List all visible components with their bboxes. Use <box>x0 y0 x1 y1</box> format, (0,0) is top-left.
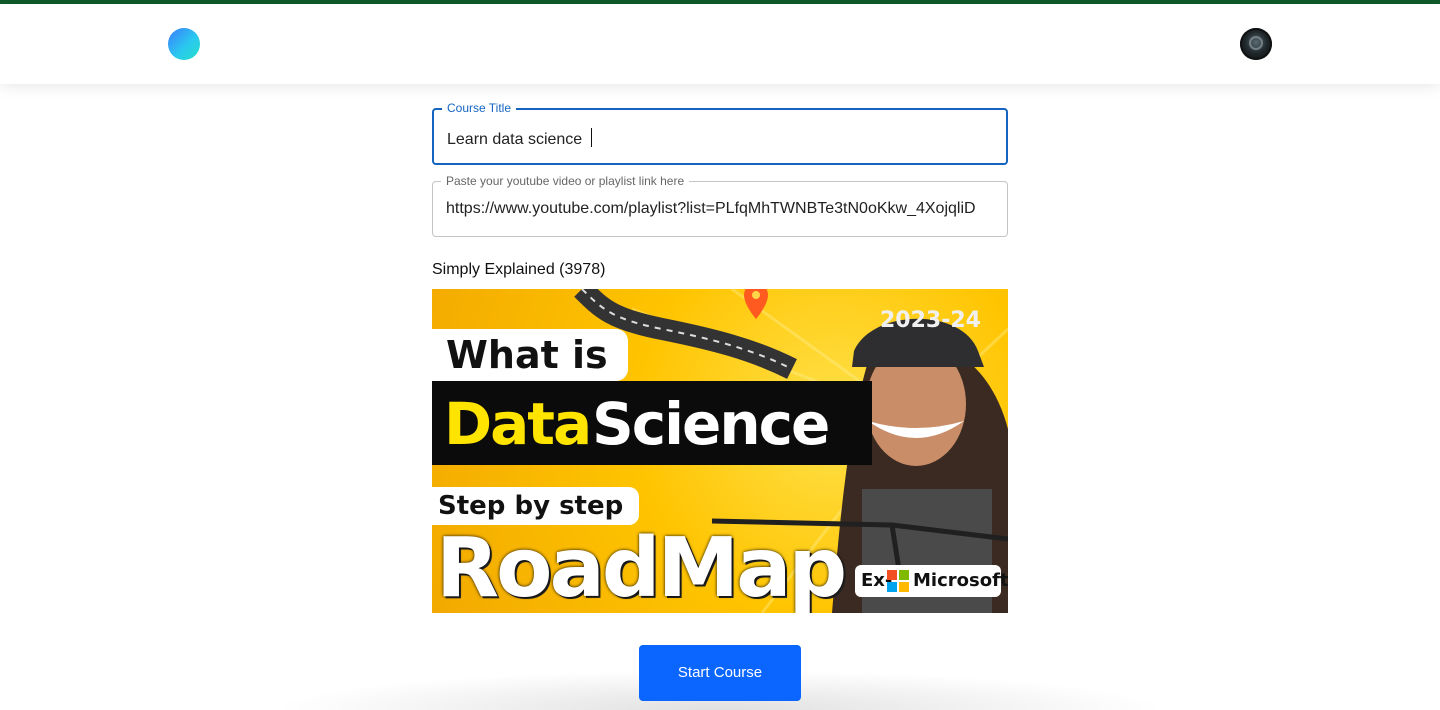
text-caret <box>590 128 592 147</box>
playlist-link-field[interactable]: Paste your youtube video or playlist lin… <box>432 174 1008 237</box>
thumb-microsoft-badge: Ex- Microsoft <box>855 565 1008 597</box>
thumb-text-science: Science <box>592 390 830 458</box>
app-logo-icon[interactable] <box>168 28 200 60</box>
thumb-year-badge: 2023-24 <box>880 308 981 333</box>
thumb-text-roadmap: RoadMap <box>436 521 847 613</box>
thumb-text-data: Data <box>444 390 592 458</box>
thumb-brand-name: Microsoft <box>913 570 1008 591</box>
start-course-button[interactable]: Start Course <box>639 645 801 701</box>
microsoft-logo-icon <box>887 570 909 592</box>
thumb-text-step-by-step: Step by step <box>432 487 640 525</box>
course-title-label: Course Title <box>442 101 517 115</box>
course-title-input[interactable]: Learn data science <box>447 128 995 150</box>
thumb-text-what-is: What is <box>432 329 628 381</box>
playlist-link-input[interactable]: https://www.youtube.com/playlist?list=PL… <box>446 199 994 219</box>
course-title-value: Learn data science <box>447 131 587 148</box>
course-title-field[interactable]: Course Title Learn data science <box>432 101 1008 165</box>
avatar-emblem-icon <box>1249 36 1263 50</box>
video-thumbnail[interactable]: What is Data Science Step by step RoadMa… <box>432 289 1008 613</box>
user-avatar-icon[interactable] <box>1240 28 1272 60</box>
channel-name: Simply Explained (3978) <box>432 261 606 278</box>
playlist-link-label: Paste your youtube video or playlist lin… <box>441 174 690 188</box>
app-header <box>0 4 1440 84</box>
